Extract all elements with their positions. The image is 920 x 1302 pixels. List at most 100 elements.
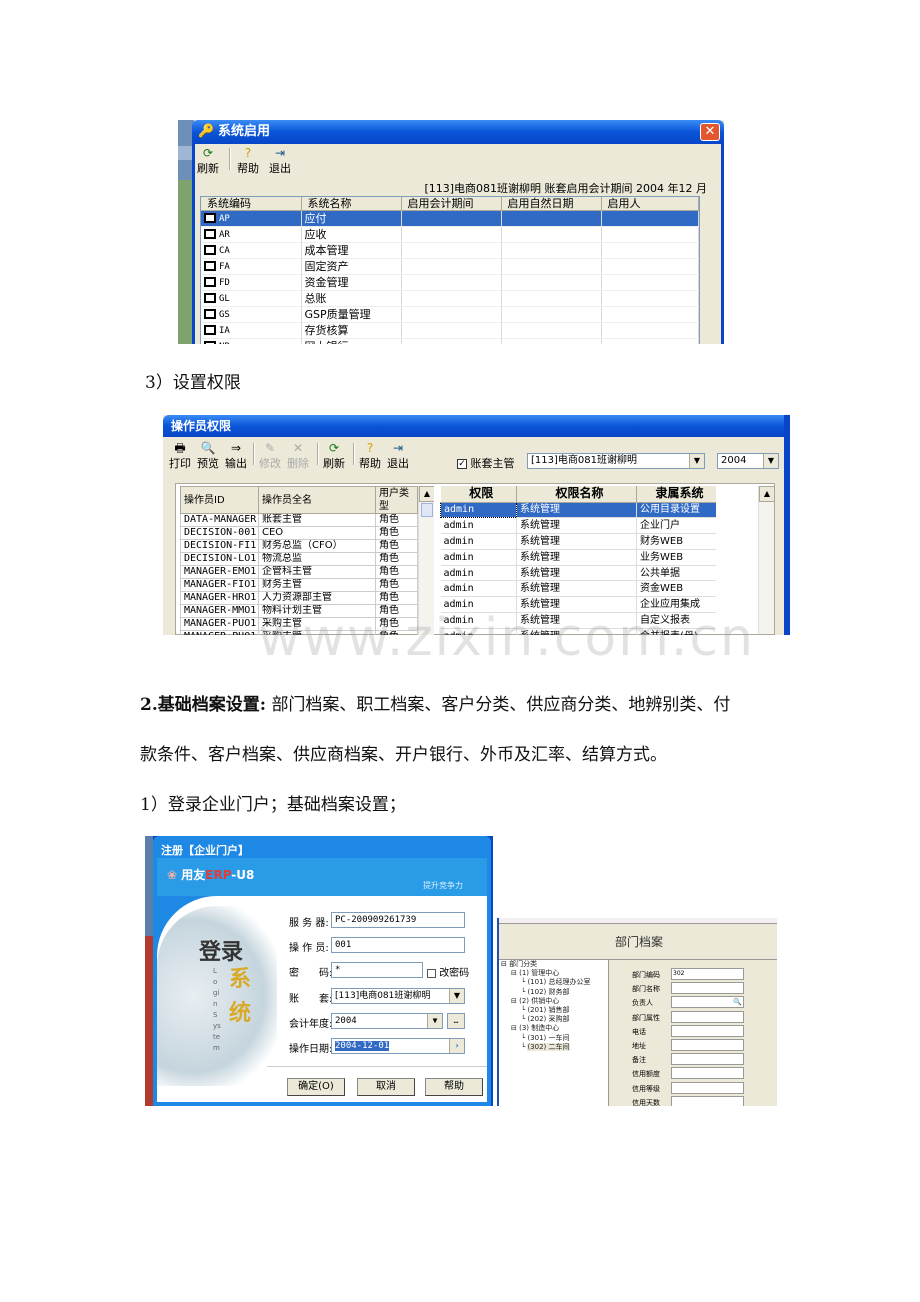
password-input[interactable]: * — [331, 962, 423, 978]
help-button[interactable]: 帮助 — [425, 1078, 483, 1096]
dropdown-arrow-icon[interactable]: ▼ — [763, 454, 778, 468]
table-row[interactable]: CA 成本管理 — [201, 242, 699, 259]
delete-button[interactable]: ✕ 删除 — [287, 441, 309, 471]
table-row[interactable]: MANAGER-EMO1 企管科主管 角色 — [180, 565, 418, 579]
exit-button[interactable]: ⇥ 退出 — [387, 441, 409, 471]
collapse-icon[interactable]: ⊟ — [501, 960, 509, 968]
column-header[interactable]: 系统编码 — [201, 197, 302, 211]
field-input[interactable] — [671, 1039, 744, 1051]
cancel-button[interactable]: 取消 — [357, 1078, 415, 1096]
print-button[interactable]: 🖶 打印 — [169, 441, 191, 471]
column-header[interactable]: 启用人 — [601, 197, 699, 211]
tree-node[interactable]: ⊟ (1) 管理中心 — [499, 969, 608, 978]
table-row[interactable]: DECISION-LO1 物流总监 角色 — [180, 552, 418, 566]
column-header[interactable]: 系统名称 — [301, 197, 402, 211]
table-row[interactable]: AR 应收 — [201, 226, 699, 243]
modify-button[interactable]: ✎ 修改 — [259, 441, 281, 471]
table-row[interactable]: AP 应付 — [201, 210, 699, 227]
lookup-icon[interactable]: 🔍 — [733, 997, 742, 1007]
field-input[interactable] — [671, 1081, 744, 1094]
table-row[interactable]: FD 资金管理 — [201, 274, 699, 291]
ok-button[interactable]: 确定(O) — [287, 1078, 345, 1096]
column-header[interactable]: 隶属系统 — [636, 486, 716, 503]
column-header[interactable]: 操作员全名 — [258, 486, 376, 514]
scroll-thumb[interactable] — [421, 503, 433, 517]
table-row[interactable]: admin 系统管理 财务WEB — [440, 533, 716, 550]
year-select[interactable]: 2004 ▼ — [717, 453, 779, 469]
tree-node[interactable]: ⊟ (3) 制造中心 — [499, 1024, 608, 1033]
tree-node[interactable]: └ (302) 二车间 — [499, 1042, 608, 1052]
scroll-up-icon[interactable]: ▲ — [759, 486, 775, 502]
checkbox-icon[interactable] — [204, 325, 216, 335]
field-input[interactable]: 🔍 — [671, 996, 744, 1009]
tree-node[interactable]: └ (102) 财务部 — [499, 988, 608, 997]
column-header[interactable]: 启用会计期间 — [401, 197, 502, 211]
operator-input[interactable]: 001 — [331, 937, 465, 953]
checkbox-icon[interactable] — [204, 213, 216, 223]
help-button[interactable]: ? 帮助 — [237, 146, 259, 176]
preview-button[interactable]: 🔍 预览 — [197, 441, 219, 471]
checkbox-icon[interactable] — [204, 229, 216, 239]
checkbox-icon[interactable] — [204, 309, 216, 319]
table-row[interactable]: DECISION-001 CEO 角色 — [180, 526, 418, 540]
table-row[interactable]: admin 系统管理 资金WEB — [440, 580, 716, 598]
table-row[interactable]: admin 系统管理 公共单据 — [440, 565, 716, 582]
column-header[interactable]: 权限名称 — [516, 486, 637, 503]
table-row[interactable]: admin 系统管理 公用目录设置 — [440, 501, 716, 519]
table-row[interactable]: DATA-MANAGER 账套主管 角色 — [180, 513, 418, 527]
table-row[interactable]: MANAGER-FIO1 财务主管 角色 — [180, 578, 418, 592]
checkbox-icon[interactable] — [204, 277, 216, 287]
operation-date-input[interactable]: 2004-12-01 › — [331, 1038, 465, 1054]
tree-node[interactable]: ⊟ 部门分类 — [499, 960, 608, 969]
tree-node[interactable]: └ (301) 一车间 — [499, 1034, 608, 1043]
dropdown-arrow-icon[interactable]: ▼ — [449, 989, 464, 1003]
close-button[interactable]: ✕ — [700, 123, 720, 141]
table-row[interactable]: GL 总账 — [201, 290, 699, 307]
fiscal-year-select[interactable]: 2004 ▼ — [331, 1013, 443, 1029]
permission-grid-scrollbar[interactable]: ▲ — [758, 486, 775, 634]
refresh-button[interactable]: ⟳ 刷新 — [323, 441, 345, 471]
scroll-up-icon[interactable]: ▲ — [419, 486, 434, 502]
exit-button[interactable]: ⇥ 退出 — [269, 146, 291, 176]
field-input[interactable] — [671, 1095, 744, 1106]
field-input[interactable] — [671, 1053, 744, 1066]
column-header[interactable]: 权限 — [440, 486, 517, 503]
table-row[interactable]: MANAGER-HRO1 人力资源部主管 角色 — [180, 591, 418, 605]
more-button[interactable]: … — [447, 1013, 465, 1029]
table-row[interactable]: GS GSP质量管理 — [201, 306, 699, 323]
checkbox-icon[interactable] — [204, 261, 216, 271]
tree-node[interactable]: └ (202) 采购部 — [499, 1015, 608, 1024]
collapse-icon[interactable]: ⊟ — [511, 997, 519, 1005]
tree-node[interactable]: └ (201) 销售部 — [499, 1006, 608, 1015]
column-header[interactable]: 启用自然日期 — [501, 197, 602, 211]
tree-node[interactable]: ⊟ (2) 供销中心 — [499, 997, 608, 1006]
export-button[interactable]: ⇒ 输出 — [225, 441, 247, 471]
table-row[interactable]: IA 存货核算 — [201, 322, 699, 339]
server-input[interactable]: PC-200909261739 — [331, 912, 465, 928]
table-row[interactable]: FA 固定资产 — [201, 258, 699, 275]
dropdown-arrow-icon[interactable]: ▼ — [427, 1014, 442, 1028]
account-select[interactable]: [113]电商081班谢柳明 ▼ — [331, 988, 465, 1004]
field-input[interactable]: 302 — [671, 968, 744, 980]
checkbox-icon[interactable] — [204, 341, 216, 344]
dropdown-arrow-icon[interactable]: ▼ — [689, 454, 704, 468]
column-header[interactable]: 用户类型 — [375, 486, 418, 514]
collapse-icon[interactable]: ⊟ — [511, 969, 519, 977]
help-button[interactable]: ? 帮助 — [359, 441, 381, 471]
field-input[interactable] — [671, 1067, 744, 1080]
account-supervisor-checkbox[interactable]: ✓ 账套主管 — [457, 455, 515, 471]
table-row[interactable]: admin 系统管理 业务WEB — [440, 549, 716, 566]
checkbox-icon[interactable] — [204, 245, 216, 255]
table-row[interactable]: NB 网上银行 — [201, 338, 699, 344]
column-header[interactable]: 操作员ID — [180, 486, 259, 514]
chevron-right-icon[interactable]: › — [449, 1039, 464, 1053]
table-row[interactable]: admin 系统管理 企业门户 — [440, 517, 716, 535]
checkbox-icon[interactable] — [204, 293, 216, 303]
table-row[interactable]: DECISION-FI1 财务总监（CFO） 角色 — [180, 539, 418, 553]
field-input[interactable] — [671, 1024, 744, 1037]
change-password-checkbox[interactable]: 改密码 — [427, 964, 469, 979]
tree-node[interactable]: └ (101) 总经理办公室 — [499, 978, 608, 987]
refresh-button[interactable]: ⟳ 刷新 — [197, 146, 219, 176]
collapse-icon[interactable]: ⊟ — [511, 1024, 519, 1032]
field-input[interactable] — [671, 1010, 744, 1023]
